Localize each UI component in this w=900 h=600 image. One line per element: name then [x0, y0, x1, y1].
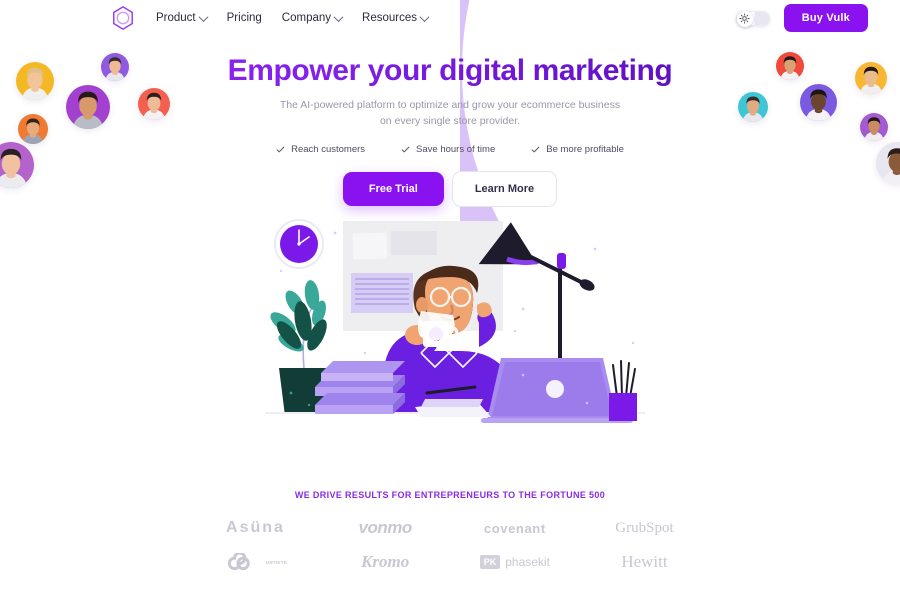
feature-item: Be more profitable: [531, 144, 624, 155]
chevron-down-icon: [419, 11, 430, 22]
nav-item-label: Company: [281, 12, 332, 24]
nav-item-resources[interactable]: Resources: [362, 11, 430, 24]
toggle-knob: [736, 10, 753, 27]
learn-more-button[interactable]: Learn More: [451, 170, 558, 207]
feature-label: Be more profitable: [546, 143, 624, 155]
brand-logo-covenant: covenant: [483, 520, 546, 536]
brand-logo-infinity: INFINITE: [198, 552, 313, 572]
brand-logo-grubspot: GrubSpot: [615, 519, 674, 536]
chevron-down-icon: [333, 11, 344, 22]
top-navigation: Product Pricing Company Resources Buy Vu…: [0, 0, 900, 36]
nav-item-label: Pricing: [226, 12, 262, 24]
phasekit-mark: PK: [479, 555, 501, 569]
brands-eyebrow: We drive results for entrepreneurs to th…: [294, 490, 606, 500]
chevron-down-icon: [198, 11, 209, 22]
brand-logo-asuna: Asüna: [226, 519, 285, 536]
sun-icon: [739, 13, 750, 24]
wall-clock: [274, 219, 324, 269]
brand-logo-infinity-label: INFINITE: [265, 559, 288, 565]
brand-logo-row-1: Asüna vonmo covenant GrubSpot: [190, 518, 710, 538]
brand-logo-kromo: Kromo: [361, 552, 410, 571]
hero-illustration: [265, 213, 645, 435]
brand-logo-vonmo: vonmo: [358, 518, 413, 537]
nav-item-product[interactable]: Product: [156, 11, 209, 24]
hero-subtitle: The AI-powered platform to optimize and …: [279, 99, 621, 128]
nav-item-company[interactable]: Company: [281, 11, 344, 24]
page-title: Empower your digital marketing: [0, 54, 900, 87]
theme-toggle[interactable]: [735, 10, 770, 27]
nav-links: Product Pricing Company Resources: [156, 11, 430, 24]
feature-label: Reach customers: [291, 143, 366, 155]
nav-actions: Buy Vulk: [735, 4, 868, 32]
buy-vulk-button[interactable]: Buy Vulk: [783, 4, 868, 32]
brand-logo-phasekit: PK phasekit: [457, 555, 572, 569]
nav-item-pricing[interactable]: Pricing: [227, 12, 262, 24]
check-icon: [531, 146, 540, 152]
hexagon-logo-icon[interactable]: [110, 4, 136, 32]
brand-logo-hewitt: Hewitt: [621, 552, 668, 571]
pen-holder: [609, 360, 637, 421]
nav-item-label: Resources: [362, 12, 417, 24]
brand-logo-row-2: INFINITE Kromo PK phasekit Hewitt: [190, 552, 710, 572]
book-stack: [315, 361, 405, 414]
nav-item-label: Product: [156, 12, 196, 24]
feature-label: Save hours of time: [416, 143, 496, 155]
pinned-papers: [351, 273, 413, 313]
feature-item: Reach customers: [276, 144, 365, 155]
brands-section: We drive results for entrepreneurs to th…: [0, 490, 900, 572]
free-trial-button[interactable]: Free Trial: [342, 171, 444, 206]
feature-item: Save hours of time: [401, 144, 495, 155]
check-icon: [276, 146, 285, 152]
infinity-icon: [227, 552, 250, 570]
check-icon: [401, 146, 410, 152]
phasekit-label: phasekit: [505, 555, 550, 569]
hero-feature-list: Reach customers Save hours of time Be mo…: [0, 144, 900, 155]
hero-cta-group: Free Trial Learn More: [0, 170, 900, 207]
